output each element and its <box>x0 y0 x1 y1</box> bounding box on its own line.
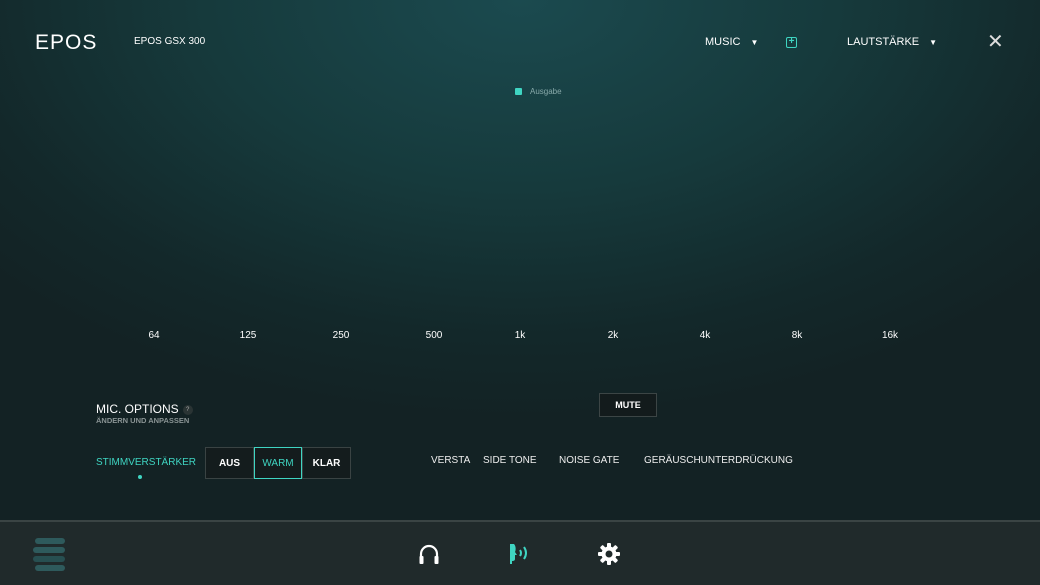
epos-logo: EPOS <box>35 31 98 54</box>
freq-label: 500 <box>425 330 443 341</box>
freq-label: 4k <box>699 330 711 341</box>
device-name: EPOS GSX 300 <box>134 36 206 47</box>
tab-noise-reduction[interactable]: GERÄUSCHUNTERDRÜCKUNG <box>644 455 793 466</box>
freq-label: 1k <box>514 330 526 341</box>
add-preset-icon[interactable]: + <box>786 37 797 48</box>
mic-title-text: MIC. OPTIONS <box>96 402 179 416</box>
bottom-nav <box>0 520 1040 585</box>
mode-dropdown[interactable]: LAUTSTÄRKE ▼ <box>847 36 937 48</box>
mic-options-title: MIC. OPTIONS? <box>96 402 193 416</box>
settings-icon[interactable] <box>597 542 621 566</box>
tab-noise-gate[interactable]: NOISE GATE <box>559 455 619 466</box>
voice-enhancer-tab[interactable]: STIMMVERSTÄRKER <box>96 457 196 468</box>
mic-options-subtitle: ÄNDERN UND ANPASSEN <box>96 416 190 425</box>
option-warm-button[interactable]: WARM <box>254 447 302 479</box>
tab-verstaerker[interactable]: VERSTAR <box>431 455 471 466</box>
mute-button[interactable]: MUTE <box>599 393 657 417</box>
headphones-icon[interactable] <box>417 542 441 566</box>
preset-dropdown[interactable]: MUSIC ▼ <box>705 36 758 48</box>
active-indicator <box>138 475 142 479</box>
chevron-down-icon: ▼ <box>750 37 759 47</box>
preset-label: MUSIC <box>705 36 741 48</box>
microphone-voice-icon[interactable] <box>507 542 533 566</box>
close-icon[interactable]: ✕ <box>987 32 1004 52</box>
option-aus-button[interactable]: AUS <box>205 447 254 479</box>
tab-side-tone[interactable]: SIDE TONE <box>483 455 537 466</box>
mode-label: LAUTSTÄRKE <box>847 36 920 48</box>
chevron-down-icon: ▼ <box>929 37 938 47</box>
help-icon[interactable]: ? <box>182 404 193 415</box>
legend-label: Ausgabe <box>530 87 562 96</box>
chart-legend: Ausgabe <box>515 87 562 96</box>
freq-label: 8k <box>791 330 803 341</box>
option-klar-button[interactable]: KLAR <box>302 447 351 479</box>
menu-icon[interactable] <box>33 537 67 571</box>
freq-label: 16k <box>881 330 899 341</box>
freq-label: 64 <box>148 330 160 341</box>
freq-label: 250 <box>332 330 350 341</box>
freq-label: 2k <box>607 330 619 341</box>
freq-label: 125 <box>239 330 257 341</box>
legend-swatch <box>515 88 522 95</box>
